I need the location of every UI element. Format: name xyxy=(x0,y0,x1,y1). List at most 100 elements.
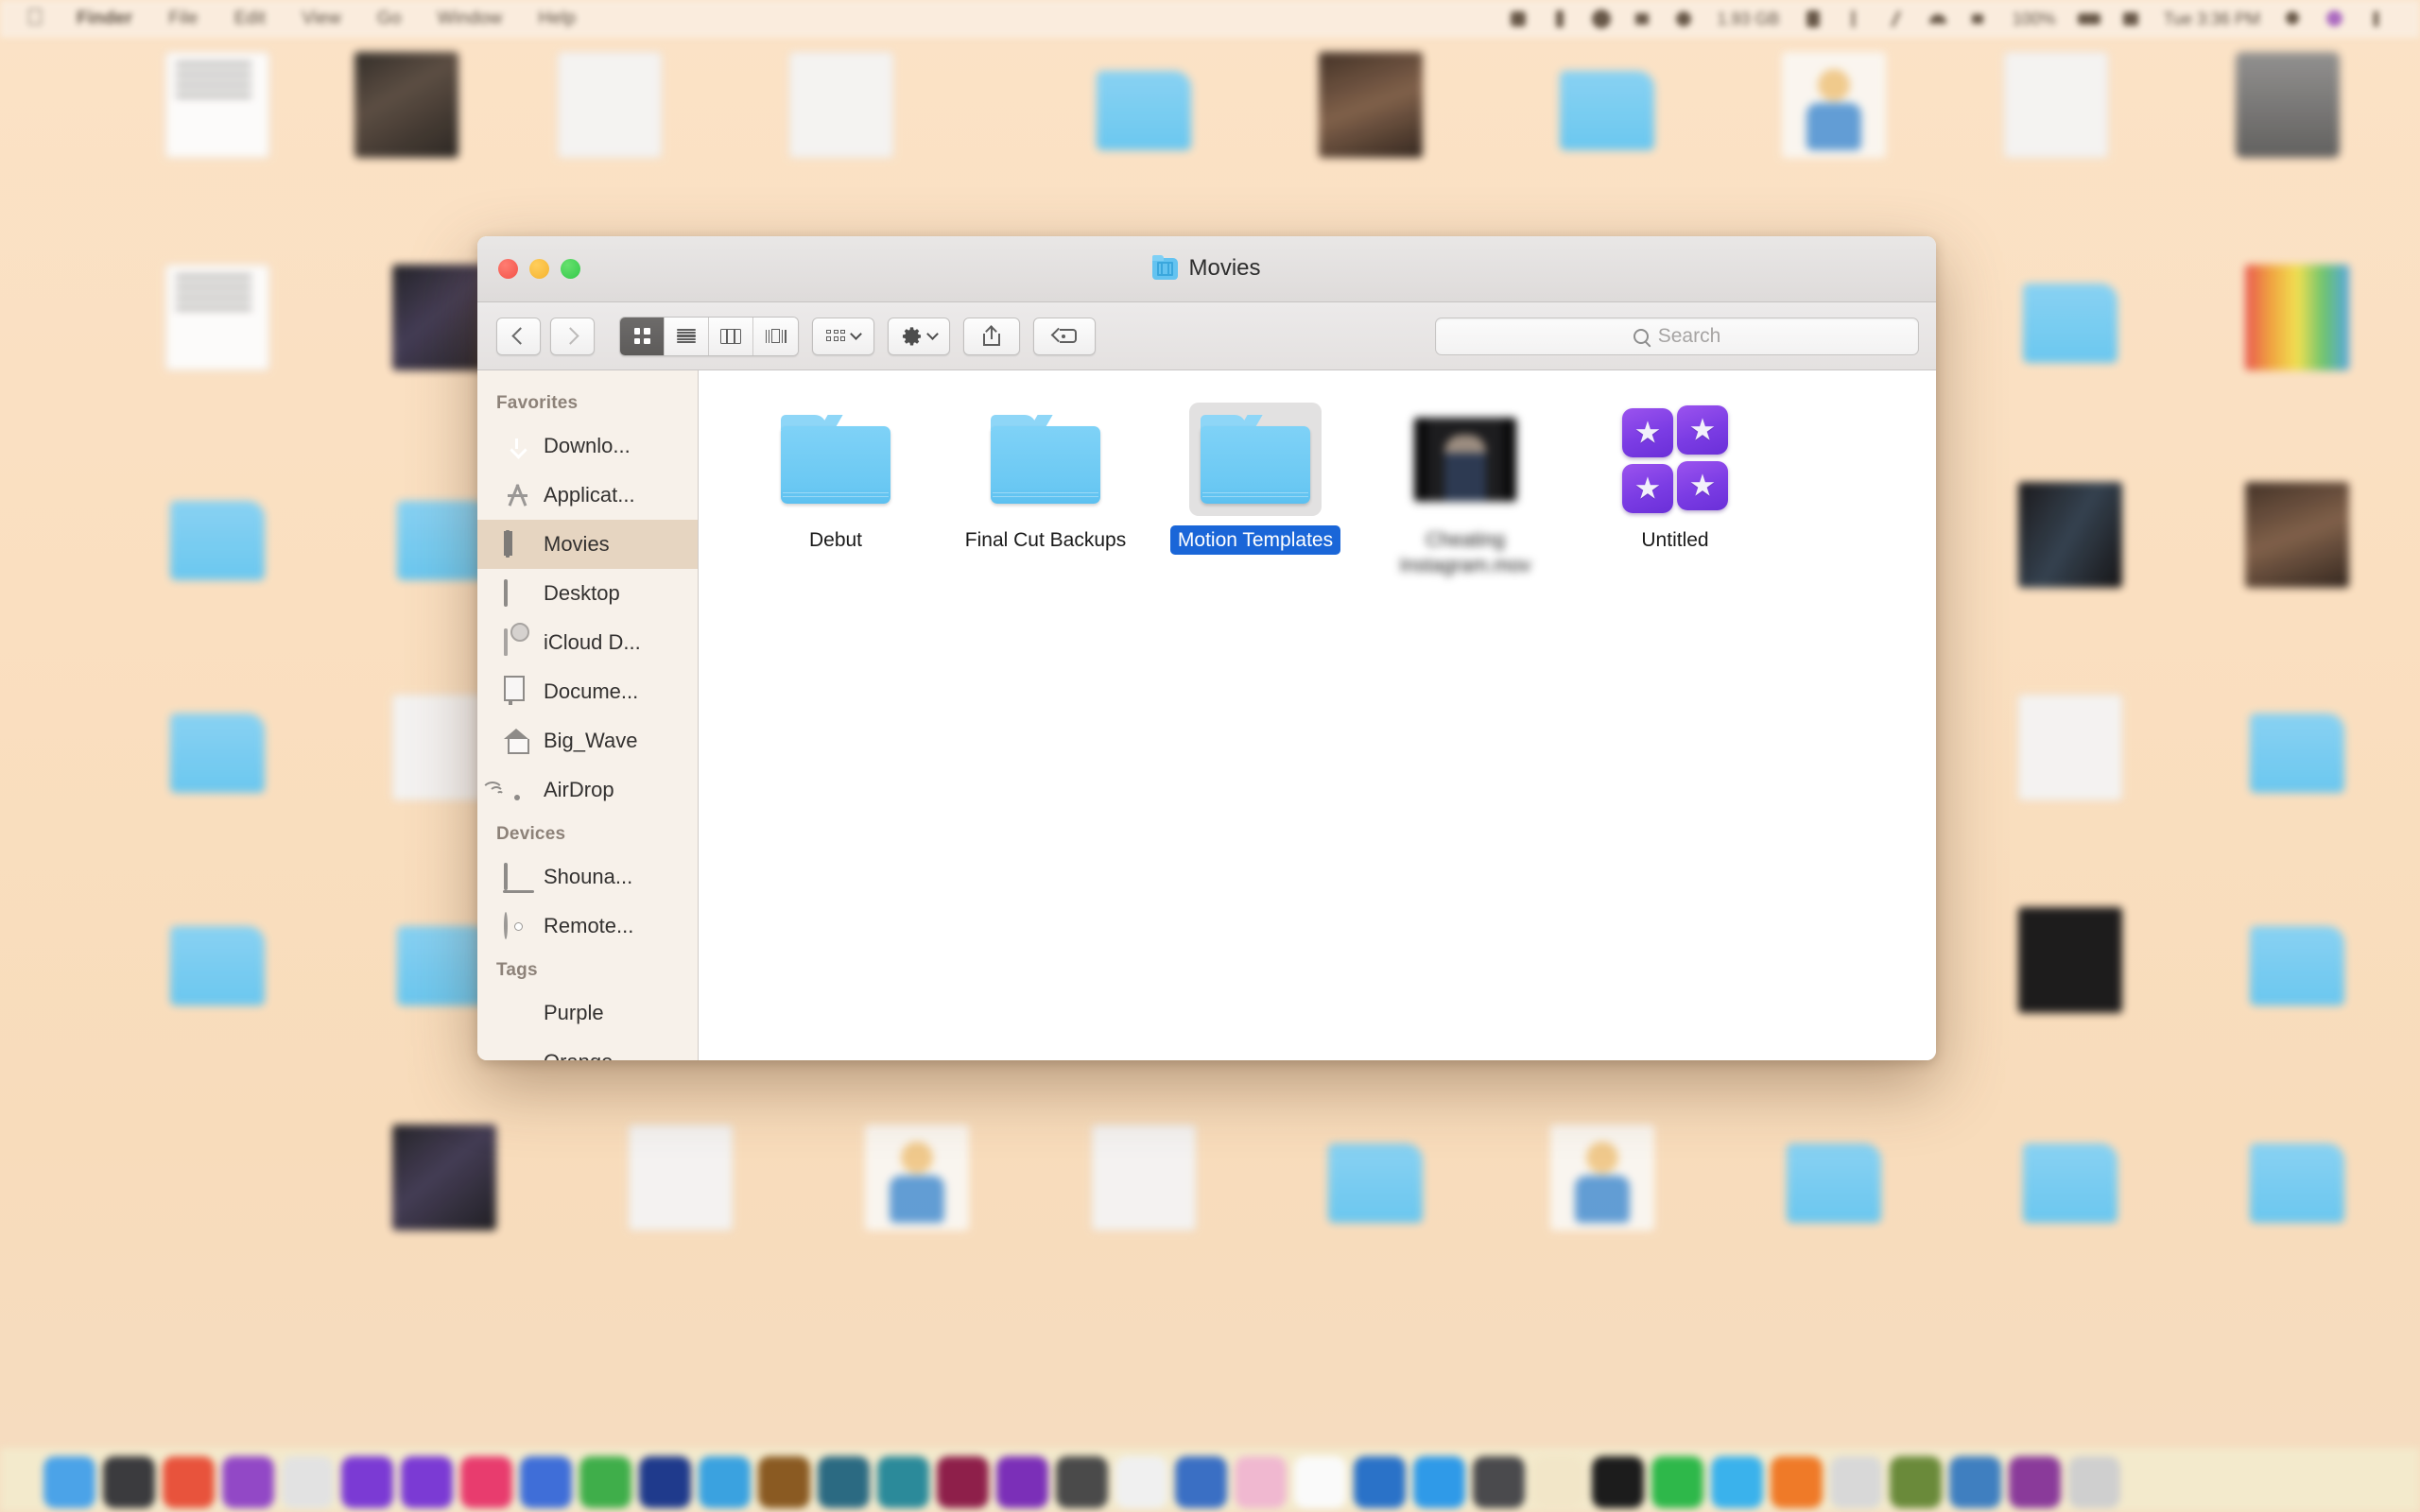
file-item[interactable]: Debut xyxy=(731,397,941,580)
coverflow-view-button[interactable] xyxy=(753,318,798,355)
app-icon[interactable] xyxy=(1473,1456,1525,1508)
back-button[interactable] xyxy=(496,318,541,355)
forward-button[interactable] xyxy=(550,318,595,355)
view-mode-segmented-control[interactable] xyxy=(619,317,799,356)
finder-icon[interactable] xyxy=(43,1456,95,1508)
file-grid[interactable]: Debut Final Cut Backups Motion Templates Ch… xyxy=(731,397,1936,580)
bluetooth-icon[interactable] xyxy=(1843,9,1866,29)
sidebar-item-purple[interactable]: Purple xyxy=(477,988,698,1038)
notification-center-icon[interactable] xyxy=(2365,9,2388,29)
blurred-screenshot[interactable] xyxy=(515,52,704,192)
chrome-icon[interactable] xyxy=(163,1456,215,1508)
sidebar-item-airdrop[interactable]: AirDrop xyxy=(477,765,698,815)
app-icon[interactable] xyxy=(1056,1456,1108,1508)
wifi-icon[interactable] xyxy=(1927,9,1949,29)
sidebar-item-docume[interactable]: Docume... xyxy=(477,667,698,716)
blurred-folder[interactable] xyxy=(1976,265,2165,404)
window-title-bar[interactable]: Movies xyxy=(477,236,1936,302)
app-icon[interactable] xyxy=(699,1456,751,1508)
file-name-label[interactable]: Motion Templates xyxy=(1170,525,1340,555)
blurred-folder[interactable] xyxy=(1739,1125,1928,1264)
app-icon[interactable] xyxy=(1175,1456,1227,1508)
blurred-folder[interactable] xyxy=(123,695,312,834)
file-name-label[interactable]: Untitled xyxy=(1634,525,1716,555)
blurred-folder[interactable] xyxy=(2203,1125,2392,1264)
app-icon[interactable] xyxy=(758,1456,810,1508)
app-icon[interactable] xyxy=(579,1456,631,1508)
app-icon[interactable] xyxy=(1413,1456,1465,1508)
battery-status-icon[interactable] xyxy=(1673,9,1696,29)
display-icon[interactable] xyxy=(1548,9,1571,29)
sidebar-item-bigwave[interactable]: Big_Wave xyxy=(477,716,698,765)
blurred-white-doc[interactable] xyxy=(586,1125,775,1264)
pencil-icon[interactable] xyxy=(1885,9,1908,29)
action-button[interactable] xyxy=(888,318,950,355)
search-field[interactable]: Search xyxy=(1435,318,1919,355)
app-icon[interactable] xyxy=(1294,1456,1346,1508)
blurred-folder[interactable] xyxy=(1976,1125,2165,1264)
file-item[interactable]: ★★★★Untitled xyxy=(1570,397,1780,580)
volume-icon[interactable] xyxy=(1968,9,1991,29)
blurred-person[interactable] xyxy=(1508,1125,1697,1264)
sound-icon[interactable] xyxy=(1632,9,1654,29)
menu-item-go[interactable]: Go xyxy=(359,9,420,29)
file-item[interactable]: Cheating Instagram.mov xyxy=(1360,397,1570,580)
navigation-buttons[interactable] xyxy=(496,318,595,355)
dock[interactable] xyxy=(0,1448,2420,1512)
menu-item-view[interactable]: View xyxy=(284,9,359,29)
menu-item-window[interactable]: Window xyxy=(420,9,521,29)
siri-icon[interactable] xyxy=(2324,9,2346,29)
arrange-button[interactable] xyxy=(812,318,874,355)
app-icon[interactable] xyxy=(1115,1456,1167,1508)
blurred-white-doc[interactable] xyxy=(1962,52,2151,192)
blurred-photo[interactable] xyxy=(312,52,501,192)
file-item[interactable]: Motion Templates xyxy=(1150,397,1360,580)
list-view-button[interactable] xyxy=(665,318,709,355)
app-icon[interactable] xyxy=(1830,1456,1882,1508)
menu-item-edit[interactable]: Edit xyxy=(216,9,285,29)
trash-icon[interactable] xyxy=(2068,1456,2120,1508)
app-icon[interactable] xyxy=(341,1456,393,1508)
app-icon[interactable] xyxy=(103,1456,155,1508)
sidebar-item-icloudd[interactable]: iCloud D... xyxy=(477,618,698,667)
app-icon[interactable] xyxy=(1354,1456,1406,1508)
blurred-folder[interactable] xyxy=(1512,52,1702,192)
time-machine-icon[interactable] xyxy=(1590,9,1613,29)
blurred-folder[interactable] xyxy=(2203,695,2392,834)
blurred-folder[interactable] xyxy=(123,907,312,1047)
finder-content-area[interactable]: Debut Final Cut Backups Motion Templates Ch… xyxy=(699,370,1936,1060)
app-icon[interactable] xyxy=(1890,1456,1942,1508)
blurred-folder[interactable] xyxy=(123,482,312,622)
blurred-document[interactable] xyxy=(123,52,312,192)
blurred-palette[interactable] xyxy=(2203,265,2392,404)
blurred-screenshot[interactable] xyxy=(747,52,936,192)
blurred-white-doc[interactable] xyxy=(1049,1125,1238,1264)
menu-item-finder[interactable]: Finder xyxy=(59,9,150,29)
app-icon[interactable] xyxy=(937,1456,989,1508)
app-icon[interactable] xyxy=(996,1456,1048,1508)
sidebar-item-movies[interactable]: Movies xyxy=(477,520,698,569)
battery-icon[interactable] xyxy=(2078,9,2100,29)
blurred-folder[interactable] xyxy=(2203,907,2392,1047)
tags-button[interactable] xyxy=(1033,318,1096,355)
blurred-folder[interactable] xyxy=(1049,52,1238,192)
column-view-button[interactable] xyxy=(709,318,753,355)
app-icon[interactable] xyxy=(1235,1456,1287,1508)
blurred-doc[interactable] xyxy=(1976,695,2165,834)
file-name-label[interactable]: Final Cut Backups xyxy=(958,525,1133,555)
apple-menu-icon[interactable]:  xyxy=(26,5,59,34)
sidebar-item-shouna[interactable]: Shouna... xyxy=(477,852,698,902)
file-name-label[interactable]: Debut xyxy=(802,525,870,555)
file-item[interactable]: Final Cut Backups xyxy=(941,397,1150,580)
terminal-icon[interactable] xyxy=(1592,1456,1644,1508)
app-icon[interactable] xyxy=(1771,1456,1823,1508)
app-icon[interactable] xyxy=(282,1456,334,1508)
app-icon[interactable] xyxy=(877,1456,929,1508)
blurred-person[interactable] xyxy=(822,1125,1011,1264)
blurred-folder[interactable] xyxy=(1281,1125,1470,1264)
blurred-photo[interactable] xyxy=(2203,482,2392,622)
app-icon[interactable] xyxy=(1711,1456,1763,1508)
share-button[interactable] xyxy=(963,318,1020,355)
app-icon[interactable] xyxy=(2009,1456,2061,1508)
keyboard-icon[interactable] xyxy=(2119,9,2142,29)
